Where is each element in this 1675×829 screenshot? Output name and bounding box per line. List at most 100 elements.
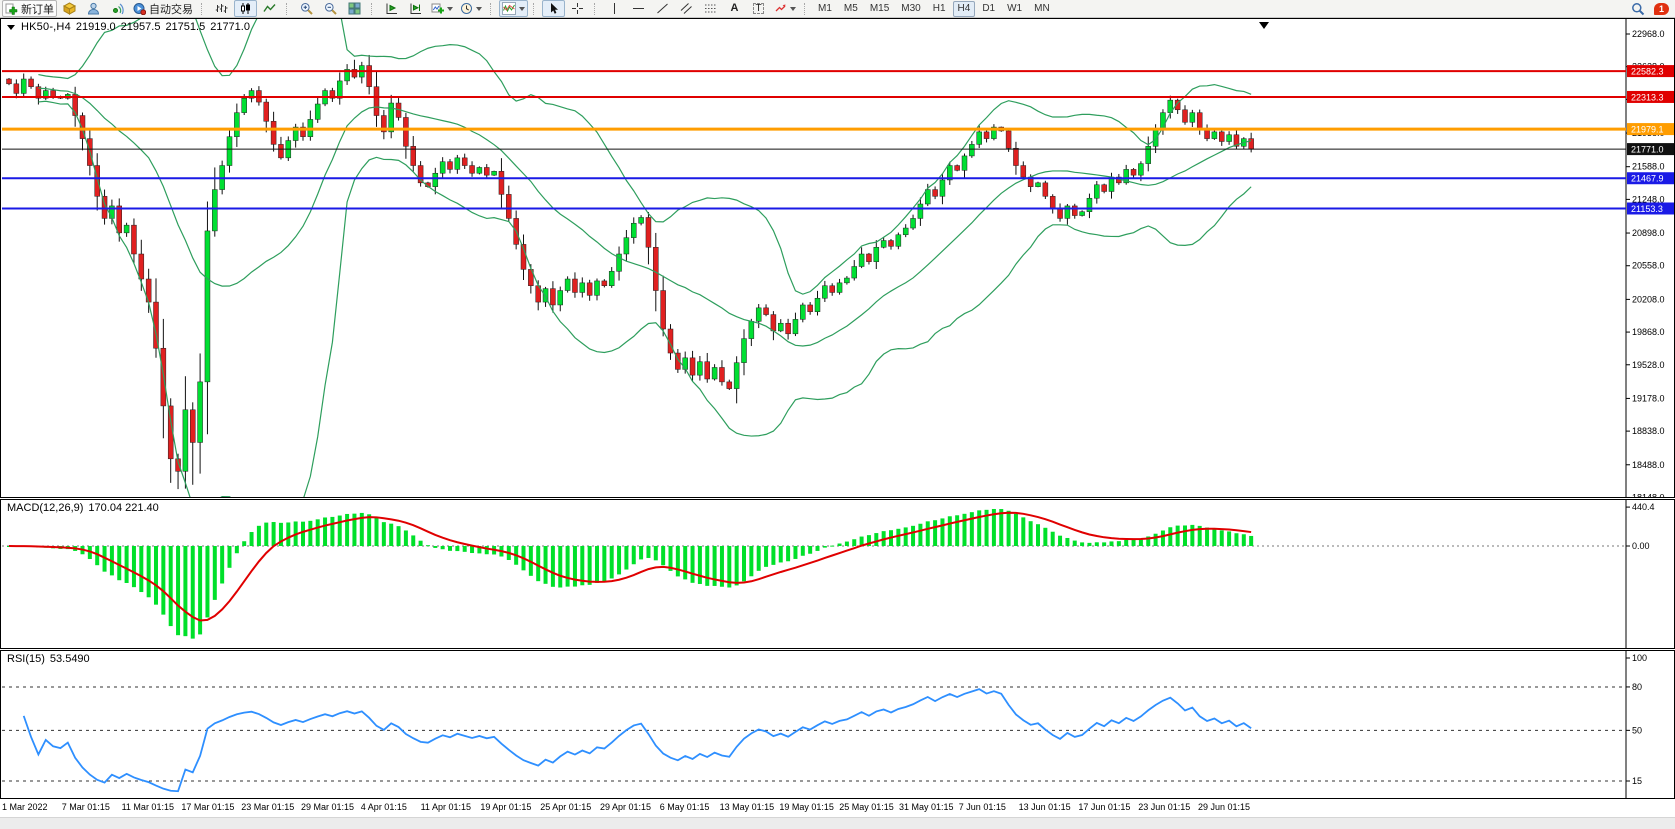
- crosshair-button[interactable]: [566, 0, 589, 17]
- timeframe-h4-button[interactable]: H4: [953, 1, 976, 17]
- time-axis-label: 31 May 01:15: [899, 802, 954, 812]
- rsi-pane[interactable]: 100805015 RSI(15) 53.5490: [0, 650, 1675, 799]
- macd-values: 170.04 221.40: [88, 502, 158, 514]
- indicators-button[interactable]: [499, 0, 528, 17]
- candlestick-icon: [239, 2, 252, 15]
- one-click-trading-icon[interactable]: [7, 25, 15, 30]
- chevron-down-icon: [519, 7, 525, 11]
- gold-cube-icon: [63, 2, 76, 15]
- rsi-canvas[interactable]: 100805015: [1, 651, 1674, 798]
- chart-shift-icon: [409, 2, 422, 15]
- clock-icon: [460, 2, 473, 15]
- line-chart-button[interactable]: [258, 0, 281, 17]
- timeframe-m30-button[interactable]: M30: [896, 1, 925, 17]
- toolbar: 新订单 自动交易: [0, 0, 1675, 18]
- ohlc-open: 21919.0: [76, 21, 116, 33]
- time-axis-label: 19 May 01:15: [779, 802, 834, 812]
- new-chart-button[interactable]: [428, 0, 456, 17]
- candlestick-chart-button[interactable]: [234, 0, 257, 17]
- chart-shift-button[interactable]: [404, 0, 427, 17]
- cursor-icon: [547, 2, 560, 15]
- horizontal-line-button[interactable]: [627, 0, 650, 17]
- horizontal-line-icon: [632, 2, 645, 15]
- time-axis-label: 11 Mar 01:15: [122, 802, 174, 812]
- time-axis-label: 25 May 01:15: [839, 802, 894, 812]
- svg-text:22968.0: 22968.0: [1632, 29, 1665, 39]
- time-axis-label: 25 Apr 01:15: [540, 802, 591, 812]
- period-clock-button[interactable]: [457, 0, 485, 17]
- text-label-icon: T: [753, 3, 763, 14]
- notification-badge: 1: [1654, 3, 1669, 15]
- time-axis-label: 29 Mar 01:15: [301, 802, 354, 812]
- time-axis-label: 19 Apr 01:15: [480, 802, 531, 812]
- tile-windows-button[interactable]: [343, 0, 366, 17]
- svg-text:50: 50: [1632, 725, 1642, 735]
- text-tool-button[interactable]: A: [723, 0, 746, 17]
- timeframe-d1-button[interactable]: D1: [977, 1, 1000, 17]
- toolbar-separator: [286, 3, 291, 15]
- svg-text:21588.0: 21588.0: [1632, 162, 1665, 172]
- chevron-down-icon: [476, 7, 482, 11]
- macd-pane[interactable]: 440.40.00-1102.21 MACD(12,26,9) 170.04 2…: [0, 499, 1675, 649]
- svg-text:19528.0: 19528.0: [1632, 360, 1665, 370]
- timeframe-m5-button[interactable]: M5: [839, 1, 863, 17]
- time-axis[interactable]: 1 Mar 20227 Mar 01:1511 Mar 01:1517 Mar …: [0, 799, 1675, 817]
- timeframe-mn-button[interactable]: MN: [1029, 1, 1055, 17]
- svg-text:80: 80: [1632, 682, 1642, 692]
- svg-text:18148.0: 18148.0: [1632, 492, 1665, 497]
- svg-text:19868.0: 19868.0: [1632, 327, 1665, 337]
- fibonacci-button[interactable]: [699, 0, 722, 17]
- zoom-out-button[interactable]: [319, 0, 342, 17]
- symbol-period: HK50-,H4: [21, 21, 71, 33]
- timeframe-m1-button[interactable]: M1: [813, 1, 837, 17]
- svg-text:21153.3: 21153.3: [1631, 204, 1663, 214]
- cursor-button[interactable]: [542, 0, 565, 17]
- svg-text:20208.0: 20208.0: [1632, 294, 1665, 304]
- svg-text:15: 15: [1632, 776, 1642, 786]
- time-axis-label: 17 Jun 01:15: [1078, 802, 1130, 812]
- auto-scroll-icon: [385, 2, 398, 15]
- macd-canvas[interactable]: 440.40.00-1102.21: [1, 500, 1674, 648]
- svg-text:22313.3: 22313.3: [1631, 92, 1664, 102]
- toolbar-separator: [490, 3, 495, 15]
- timeframe-m15-button[interactable]: M15: [865, 1, 894, 17]
- time-axis-label: 1 Mar 2022: [2, 802, 48, 812]
- timeframe-w1-button[interactable]: W1: [1002, 1, 1027, 17]
- text-tool-icon: A: [731, 3, 739, 14]
- notifications-button[interactable]: 1: [1650, 0, 1673, 17]
- svg-text:20558.0: 20558.0: [1632, 261, 1665, 271]
- bar-chart-button[interactable]: [210, 0, 233, 17]
- timeframe-h1-button[interactable]: H1: [928, 1, 951, 17]
- chart-window: 22968.022628.022288.021938.021588.021248…: [0, 18, 1675, 829]
- time-axis-label: 6 May 01:15: [660, 802, 710, 812]
- rsi-label: RSI(15) 53.5490: [7, 653, 90, 665]
- vertical-line-button[interactable]: [603, 0, 626, 17]
- new-order-label: 新订单: [21, 1, 54, 17]
- vertical-line-icon: [609, 2, 620, 15]
- time-axis-label: 23 Jun 01:15: [1138, 802, 1190, 812]
- channel-icon: [680, 2, 693, 15]
- svg-text:19178.0: 19178.0: [1632, 393, 1665, 403]
- signals-button[interactable]: [106, 0, 129, 17]
- main-chart-pane[interactable]: 22968.022628.022288.021938.021588.021248…: [0, 18, 1675, 498]
- text-label-button[interactable]: T: [747, 0, 770, 17]
- autotrade-button[interactable]: 自动交易: [130, 0, 196, 17]
- trendline-button[interactable]: [651, 0, 674, 17]
- new-order-button[interactable]: 新订单: [2, 0, 57, 17]
- bottom-strip: [0, 817, 1675, 829]
- toolbar-separator: [371, 3, 376, 15]
- arrows-tool-button[interactable]: [771, 0, 799, 17]
- price-chart-canvas[interactable]: 22968.022628.022288.021938.021588.021248…: [1, 19, 1674, 497]
- auto-scroll-button[interactable]: [380, 0, 403, 17]
- profile-button[interactable]: [82, 0, 105, 17]
- macd-name: MACD(12,26,9): [7, 502, 83, 514]
- trendline-icon: [656, 2, 669, 15]
- market-watch-button[interactable]: [58, 0, 81, 17]
- new-order-icon: [5, 2, 18, 15]
- zoom-in-button[interactable]: [295, 0, 318, 17]
- svg-text:20898.0: 20898.0: [1632, 228, 1665, 238]
- user-icon: [87, 2, 100, 15]
- equidistant-channel-button[interactable]: [675, 0, 698, 17]
- ohlc-low: 21751.5: [165, 21, 205, 33]
- search-button[interactable]: [1626, 0, 1649, 17]
